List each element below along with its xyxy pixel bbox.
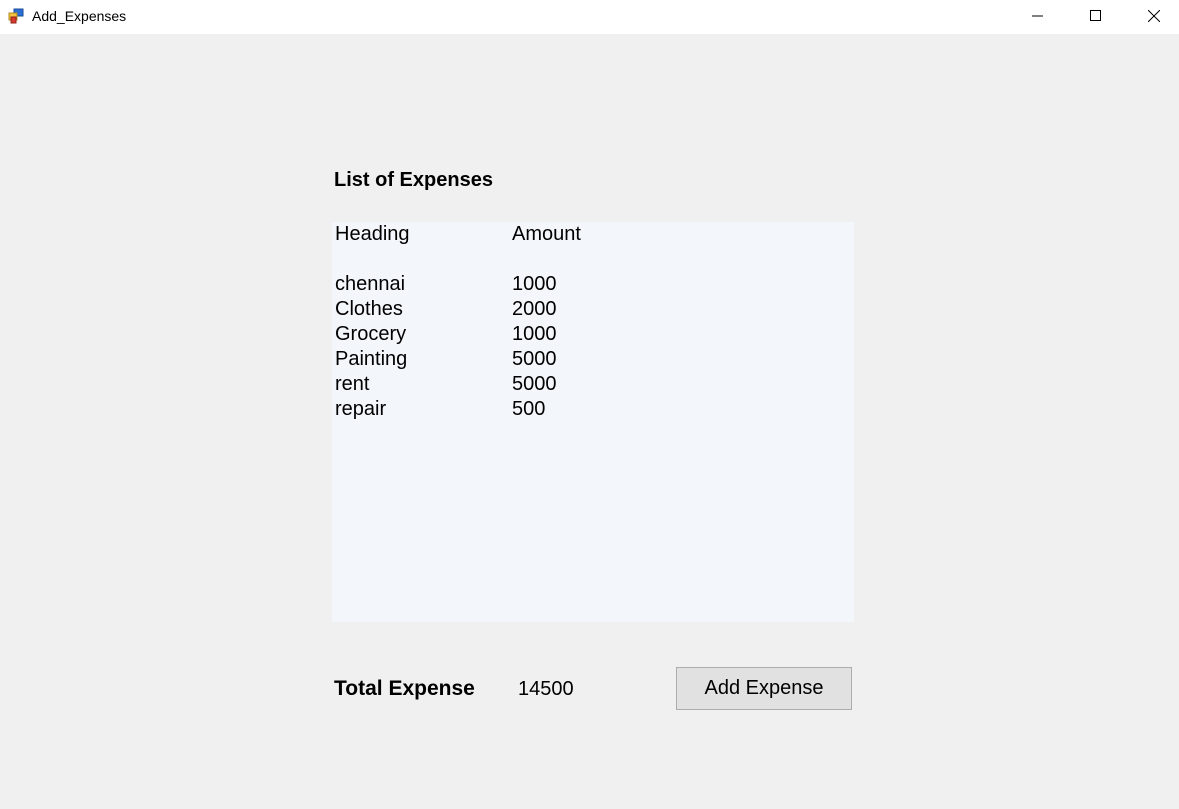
minimize-icon	[1032, 15, 1043, 17]
title-bar: Add_Expenses	[0, 0, 1179, 34]
close-icon	[1148, 10, 1160, 22]
column-header-amount: Amount	[512, 223, 581, 245]
maximize-button[interactable]	[1067, 0, 1125, 32]
close-button[interactable]	[1125, 0, 1179, 32]
expenses-title: List of Expenses	[334, 169, 493, 191]
total-expense-label: Total Expense	[334, 677, 475, 700]
expense-heading: Clothes	[335, 298, 403, 320]
expense-heading: repair	[335, 398, 387, 420]
expense-amount: 500	[512, 398, 546, 420]
expense-heading: rent	[335, 373, 370, 395]
expense-amount: 2000	[512, 298, 557, 320]
expense-heading: Grocery	[335, 323, 407, 345]
window-title: Add_Expenses	[32, 8, 127, 24]
expense-amount: 5000	[512, 348, 557, 370]
expenses-listbox[interactable]: Heading Amount chennai 1000 Clothes 2000…	[332, 222, 854, 622]
app-icon	[8, 8, 24, 24]
maximize-icon	[1090, 10, 1101, 21]
add-expense-button[interactable]: Add Expense	[676, 667, 852, 710]
expense-heading: Painting	[335, 348, 408, 370]
expense-heading: chennai	[335, 273, 406, 295]
expense-amount: 5000	[512, 373, 557, 395]
expense-amount: 1000	[512, 273, 557, 295]
total-expense-value: 14500	[518, 678, 574, 700]
expense-amount: 1000	[512, 323, 557, 345]
column-header-heading: Heading	[335, 223, 410, 245]
minimize-button[interactable]	[1009, 0, 1067, 32]
